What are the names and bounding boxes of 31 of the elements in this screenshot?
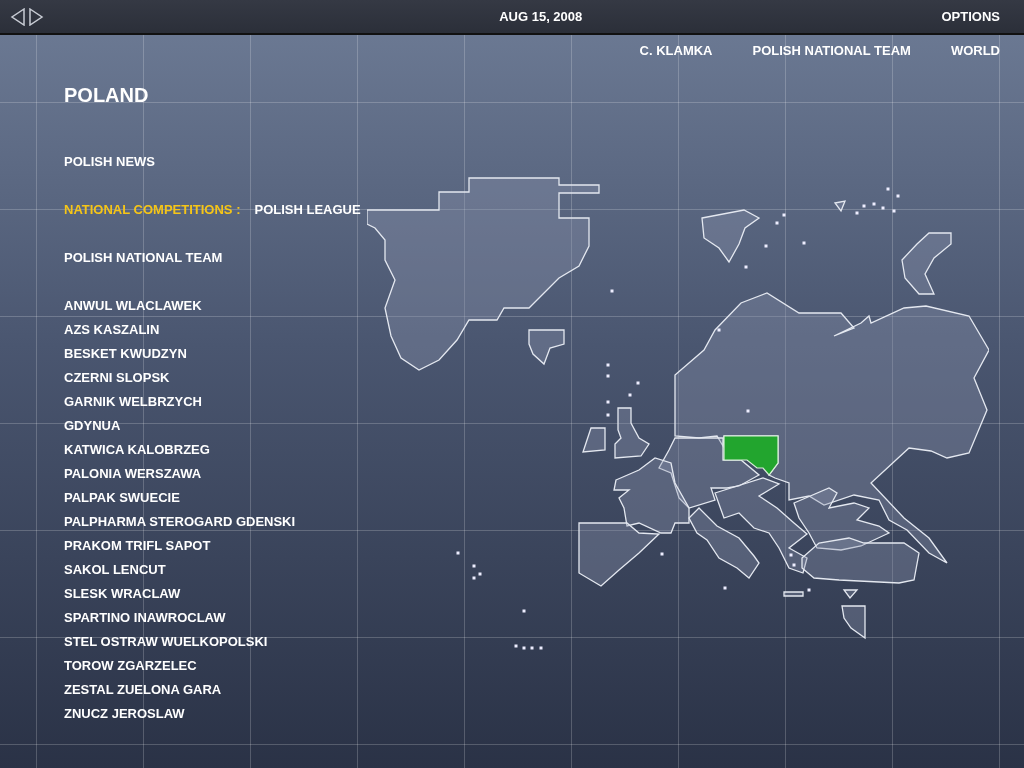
club-link[interactable]: ZNUCZ JEROSLAW — [64, 702, 360, 726]
club-link[interactable]: SAKOL LENCUT — [64, 558, 360, 582]
highlighted-country[interactable] — [723, 435, 779, 476]
club-link[interactable]: SLESK WRACLAW — [64, 582, 360, 606]
club-link[interactable]: GARNIK WELBRZYCH — [64, 390, 360, 414]
club-link[interactable]: STEL OSTRAW WUELKOPOLSKI — [64, 630, 360, 654]
club-link[interactable]: ANWUL WLACLAWEK — [64, 294, 360, 318]
club-link[interactable]: SPARTINO INAWROCLAW — [64, 606, 360, 630]
news-link[interactable]: POLISH NEWS — [64, 150, 360, 174]
forward-button[interactable] — [28, 7, 44, 26]
club-link[interactable]: PRAKOM TRIFL SAPOT — [64, 534, 360, 558]
club-link[interactable]: CZERNI SLOPSK — [64, 366, 360, 390]
nav-link[interactable]: WORLD — [950, 43, 1000, 69]
club-link[interactable]: AZS KASZALIN — [64, 318, 360, 342]
club-link[interactable]: GDYNUA — [64, 414, 360, 438]
back-button[interactable] — [10, 7, 26, 26]
club-link[interactable]: ZESTAL ZUELONA GARA — [64, 678, 360, 702]
national-team-link[interactable]: POLISH NATIONAL TEAM — [64, 246, 360, 270]
club-link[interactable]: PALONIA WERSZAWA — [64, 462, 360, 486]
club-link[interactable]: PALPAK SWUECIE — [64, 486, 360, 510]
options-button[interactable]: OPTIONS — [941, 9, 1000, 24]
nav-link[interactable]: C. KLAMKA — [639, 43, 713, 69]
date-label: AUG 15, 2008 — [498, 9, 584, 24]
club-link[interactable]: PALPHARMA STEROGARD GDENSKI — [64, 510, 360, 534]
competitions-label: NATIONAL COMPETITIONS : — [64, 201, 241, 219]
nav-link[interactable]: POLISH NATIONAL TEAM — [752, 43, 911, 69]
club-link[interactable]: KATWICA KALOBRZEG — [64, 438, 360, 462]
league-link[interactable]: POLISH LEAGUE — [254, 198, 361, 222]
club-link[interactable]: TOROW ZGARZELEC — [64, 654, 360, 678]
country-title: POLAND — [64, 84, 150, 107]
club-link[interactable]: BESKET KWUDZYN — [64, 342, 360, 366]
